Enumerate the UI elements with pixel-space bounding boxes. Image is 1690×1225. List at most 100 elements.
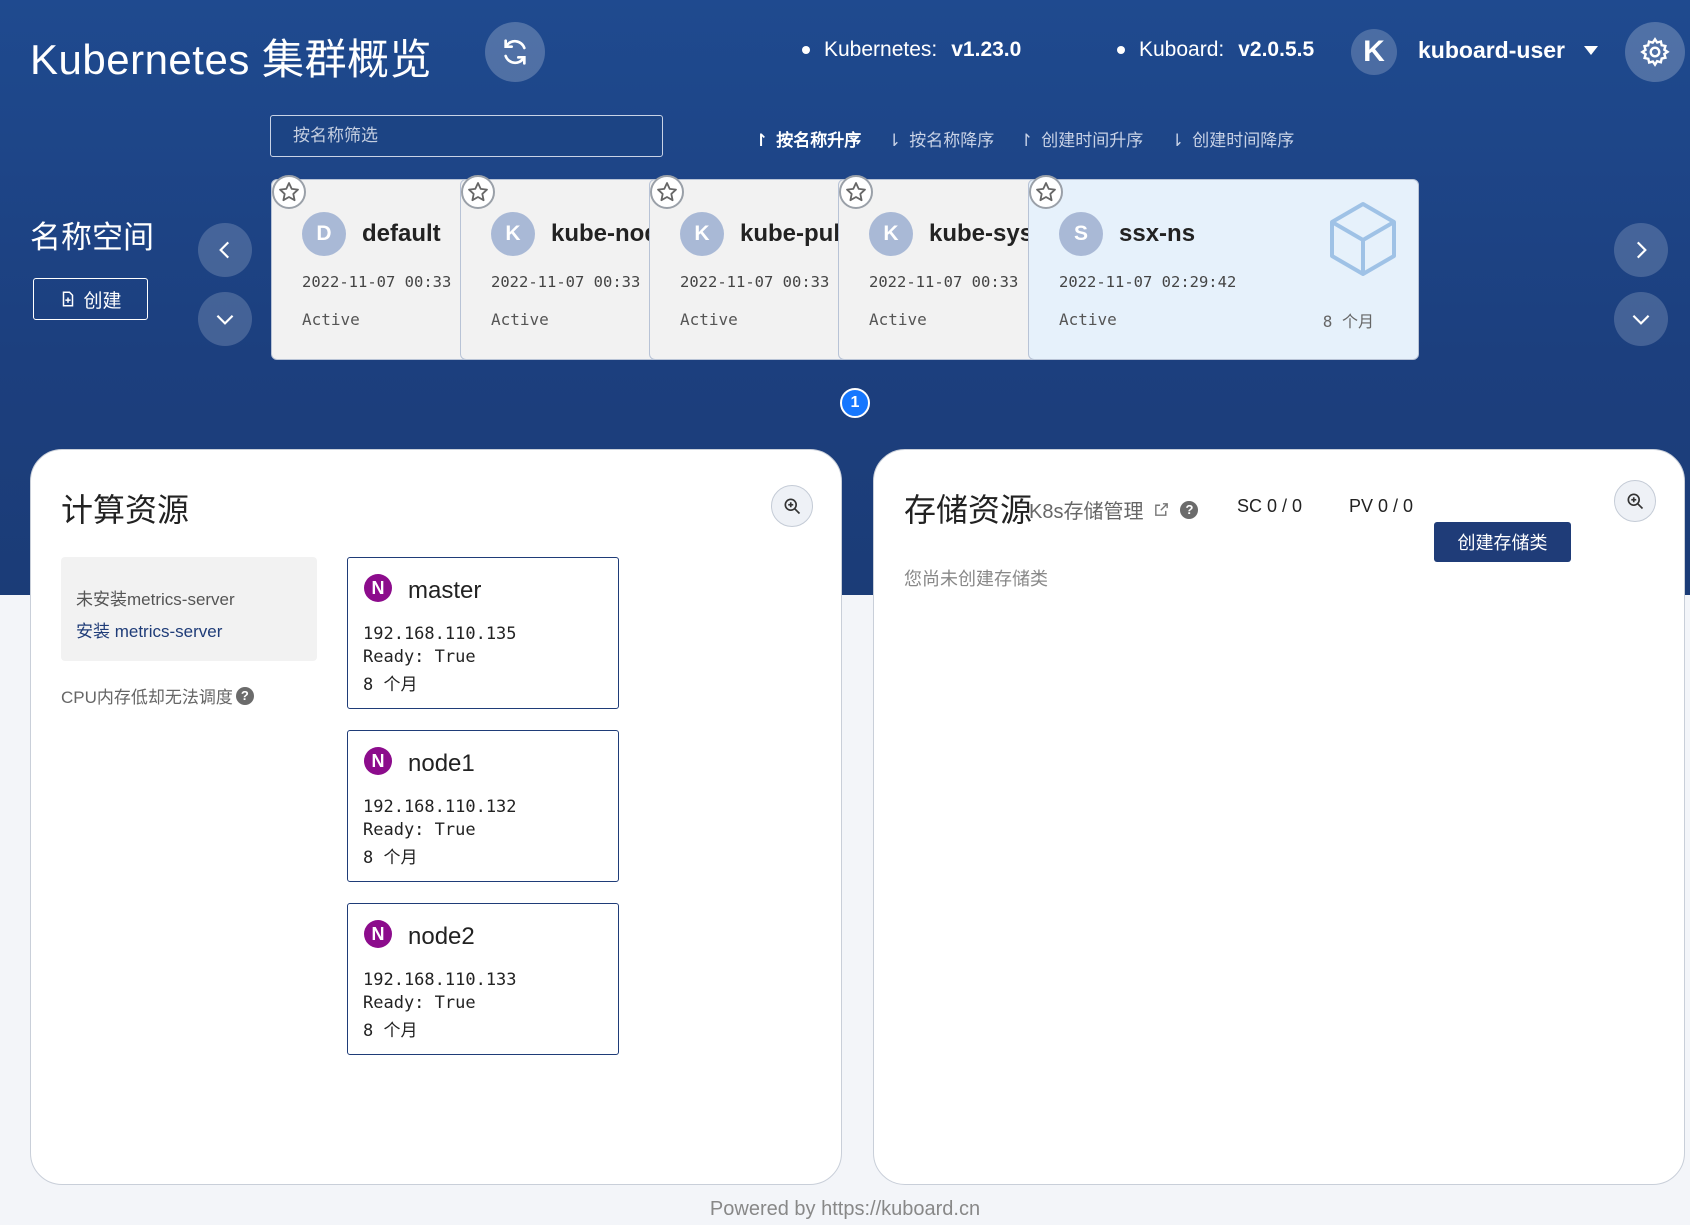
node-card[interactable]: N master 192.168.110.135 Ready: True 8 个… — [347, 557, 619, 709]
new-file-icon — [63, 291, 74, 307]
star-icon — [657, 182, 677, 202]
carousel-next-button[interactable] — [1614, 223, 1668, 277]
cube-icon — [1330, 202, 1396, 276]
storage-subtitle: K8s存储管理 — [1029, 501, 1144, 523]
favorite-toggle[interactable] — [461, 175, 495, 209]
node-age: 8 个月 — [363, 1021, 418, 1041]
namespace-status: Active — [680, 310, 738, 329]
namespace-name: ssx-ns — [1119, 220, 1196, 247]
zoom-button[interactable] — [771, 485, 813, 527]
cpu-note-text: CPU内存低却无法调度 — [61, 688, 233, 707]
refresh-button[interactable] — [485, 22, 545, 82]
bullet-icon — [1117, 46, 1125, 54]
star-icon — [1036, 182, 1056, 202]
kubernetes-version-value: v1.23.0 — [951, 38, 1022, 61]
node-ready: Ready: True — [363, 647, 476, 667]
zoom-button[interactable] — [1614, 480, 1656, 522]
sort-name-asc[interactable]: ↾ 按名称升序 — [754, 126, 861, 151]
namespace-card[interactable]: S ssx-ns 2022-11-07 02:29:42 Active 8 个月 — [1028, 179, 1419, 360]
sort-label: 创建时间升序 — [1041, 131, 1144, 150]
kubernetes-label: Kubernetes: — [824, 38, 938, 61]
namespace-card[interactable]: K kube-public 2022-11-07 00:33 Active — [649, 179, 849, 360]
namespace-avatar: K — [491, 212, 535, 256]
sort-asc-icon: ↾ — [754, 131, 769, 150]
node-card[interactable]: N node1 192.168.110.132 Ready: True 8 个月 — [347, 730, 619, 882]
settings-button[interactable] — [1625, 22, 1685, 82]
zoom-in-icon — [1627, 493, 1644, 510]
create-storage-class-button[interactable]: 创建存储类 — [1434, 522, 1571, 562]
node-ready: Ready: True — [363, 993, 476, 1013]
storage-management-link[interactable]: K8s存储管理 ? — [1029, 495, 1199, 524]
star-icon — [279, 182, 299, 202]
favorite-toggle[interactable] — [272, 175, 306, 209]
kuboard-version-value: v2.0.5.5 — [1238, 38, 1315, 61]
gear-icon — [1640, 37, 1670, 67]
namespace-name: kube-node-lease — [551, 220, 659, 247]
namespace-created: 2022-11-07 00:33 — [302, 273, 452, 291]
node-ip: 192.168.110.135 — [363, 624, 517, 644]
namespace-avatar: S — [1059, 212, 1103, 256]
namespace-name: kube-system — [929, 220, 1037, 247]
chevron-left-icon — [219, 241, 230, 259]
sort-time-desc[interactable]: ⇂ 创建时间降序 — [1170, 126, 1294, 151]
kuboard-label: Kuboard: — [1139, 38, 1225, 61]
namespace-created: 2022-11-07 00:33 — [680, 273, 830, 291]
namespace-age: 8 个月 — [1322, 312, 1374, 331]
collapse-button[interactable] — [1614, 292, 1668, 346]
namespace-created: 2022-11-07 02:29:42 — [1059, 273, 1237, 291]
cpu-schedule-note: CPU内存低却无法调度 ? — [61, 683, 254, 708]
external-link-icon — [1155, 503, 1169, 516]
footer-powered-by[interactable]: Powered by https://kuboard.cn — [0, 1198, 1690, 1221]
namespace-status: Active — [302, 310, 360, 329]
star-icon — [846, 182, 866, 202]
node-name: node1 — [408, 750, 475, 777]
user-avatar[interactable]: K — [1351, 29, 1397, 75]
favorite-toggle[interactable] — [650, 175, 684, 209]
caret-down-icon[interactable] — [1584, 46, 1598, 55]
node-icon: N — [364, 574, 392, 602]
namespace-avatar: K — [869, 212, 913, 256]
node-ip: 192.168.110.133 — [363, 970, 517, 990]
node-name: node2 — [408, 923, 475, 950]
chevron-down-icon — [1632, 314, 1650, 325]
namespace-status: Active — [869, 310, 927, 329]
help-icon[interactable]: ? — [235, 686, 254, 705]
sort-time-asc[interactable]: ↾ 创建时间升序 — [1019, 126, 1143, 151]
user-menu[interactable]: kuboard-user — [1418, 37, 1565, 64]
pagination-page[interactable]: 1 — [840, 388, 870, 418]
star-icon — [468, 182, 488, 202]
sort-name-desc[interactable]: ⇂ 按名称降序 — [887, 126, 994, 151]
sort-desc-icon: ⇂ — [887, 131, 902, 150]
persistent-volume-count: PV 0 / 0 — [1349, 496, 1414, 516]
create-namespace-button[interactable]: 创建 — [33, 278, 148, 320]
sort-desc-icon: ⇂ — [1170, 131, 1185, 150]
empty-storage-note: 您尚未创建存储类 — [904, 569, 1048, 589]
namespace-avatar: D — [302, 212, 346, 256]
node-card[interactable]: N node2 192.168.110.133 Ready: True 8 个月 — [347, 903, 619, 1055]
storage-resources-panel: 存储资源 K8s存储管理 ? SC 0 / 0 PV 0 / 0 创建存储类 您… — [873, 449, 1685, 1185]
storage-class-count: SC 0 / 0 — [1237, 496, 1303, 516]
node-ip: 192.168.110.132 — [363, 797, 517, 817]
refresh-icon — [504, 39, 526, 65]
storage-title: 存储资源 — [904, 492, 1033, 528]
node-age: 8 个月 — [363, 675, 418, 695]
namespace-created: 2022-11-07 00:33 — [491, 273, 641, 291]
node-age: 8 个月 — [363, 848, 418, 868]
node-icon: N — [364, 747, 392, 775]
favorite-toggle[interactable] — [1029, 175, 1063, 209]
namespace-status: Active — [1059, 310, 1117, 329]
compute-resources-panel: 计算资源 未安装metrics-server 安装 metrics-server… — [30, 449, 842, 1185]
namespace-card[interactable]: K kube-node-lease 2022-11-07 00:33 Activ… — [460, 179, 660, 360]
install-metrics-link[interactable]: 安装 metrics-server — [76, 617, 222, 642]
namespace-card[interactable]: K kube-system 2022-11-07 00:33 Active — [838, 179, 1038, 360]
node-icon: N — [364, 920, 392, 948]
namespace-filter-input[interactable] — [270, 115, 663, 157]
favorite-toggle[interactable] — [839, 175, 873, 209]
carousel-prev-button[interactable] — [198, 223, 252, 277]
help-icon[interactable]: ? — [1180, 500, 1199, 519]
sort-label: 按名称降序 — [909, 131, 995, 150]
expand-button[interactable] — [198, 292, 252, 346]
namespace-created: 2022-11-07 00:33 — [869, 273, 1019, 291]
namespace-card[interactable]: D default 2022-11-07 00:33 Active — [271, 179, 471, 360]
compute-title: 计算资源 — [61, 492, 190, 528]
